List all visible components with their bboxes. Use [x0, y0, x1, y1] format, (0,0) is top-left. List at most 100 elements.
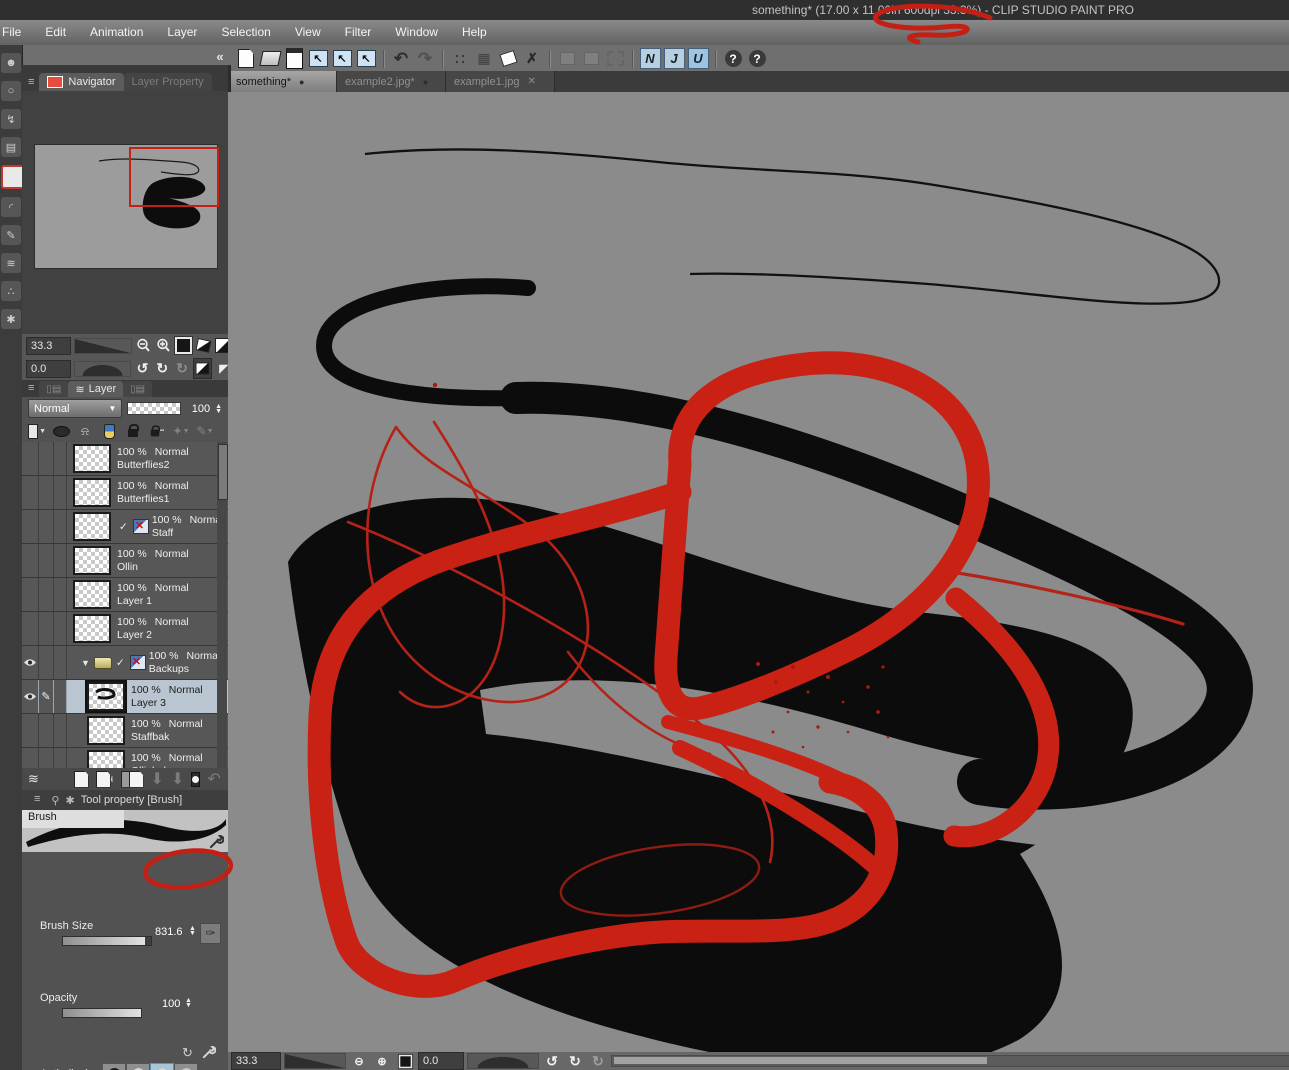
operation-tool-icon[interactable]: ☻ — [1, 53, 21, 73]
layer-opacity-value[interactable]: 100 — [192, 403, 210, 415]
scrollbar-thumb[interactable] — [614, 1057, 987, 1064]
tab-example1[interactable]: example1.jpg ✕ — [446, 71, 555, 92]
layer-thumbnail[interactable] — [73, 580, 111, 609]
status-rotate-slider[interactable] — [467, 1053, 539, 1069]
snap-to-ruler-icon[interactable]: N — [639, 48, 661, 69]
blend-mode-dropdown[interactable]: Normal ▼ — [28, 399, 122, 418]
tab-something[interactable]: something* ● — [228, 71, 337, 92]
invert-selection-icon[interactable]: ▦ — [473, 48, 495, 69]
visibility-cell[interactable] — [22, 748, 39, 768]
open-file-icon[interactable] — [259, 48, 281, 69]
layer-row-ollinbak[interactable]: 100 %NormalOllinbak — [22, 748, 228, 768]
panel-menu-icon[interactable]: ≡ — [22, 76, 39, 91]
layer-thumbnail[interactable] — [87, 716, 125, 745]
status-zoom-value[interactable]: 33.3 — [231, 1052, 281, 1070]
rotate-slider[interactable] — [74, 361, 131, 377]
new-folder-icon[interactable]: ▣ — [96, 771, 114, 788]
crop-icon-2[interactable] — [580, 48, 602, 69]
visibility-cell[interactable] — [22, 510, 39, 543]
cut-selection-icon[interactable]: ↖ — [307, 48, 329, 69]
layer-panel-menu-icon[interactable]: ≡ — [22, 382, 39, 397]
tab-navigator[interactable]: Navigator — [39, 73, 123, 91]
tab-layer-alt2[interactable]: ▯▤ — [123, 381, 152, 397]
reset-rotation-icon[interactable]: ↻ — [174, 359, 191, 378]
close-tab-icon[interactable]: ✕ — [527, 76, 535, 87]
menu-view[interactable]: View — [283, 20, 333, 45]
animation-tool-icon[interactable]: ▤ — [1, 137, 21, 157]
zoom-tool-icon[interactable]: ○ — [1, 81, 21, 101]
menu-file[interactable]: File — [0, 20, 33, 45]
flip-view-icon[interactable] — [195, 336, 212, 355]
snap-to-special-ruler-icon[interactable]: J — [663, 48, 685, 69]
lock-layer-icon[interactable] — [124, 423, 142, 440]
decoration-tool-icon[interactable]: ✱ — [1, 309, 21, 329]
rotate-right-icon[interactable]: ↻ — [154, 359, 171, 378]
menu-animation[interactable]: Animation — [78, 20, 155, 45]
menu-edit[interactable]: Edit — [33, 20, 78, 45]
layer-row-backups-folder[interactable]: ▼ ✓ 100 %NormalBackups — [22, 646, 228, 680]
clip-at-layer-icon[interactable] — [52, 423, 70, 440]
layer-list-scrollbar[interactable] — [217, 442, 227, 768]
transform-icon[interactable]: ✗ — [521, 48, 543, 69]
status-zoom-out-icon[interactable]: ⊖ — [349, 1052, 369, 1070]
help-icon-2[interactable]: ? — [746, 48, 768, 69]
navigator-view-rectangle[interactable] — [129, 147, 219, 207]
snap-to-grid-icon[interactable]: U — [687, 48, 709, 69]
canvas-viewport[interactable] — [228, 92, 1289, 1052]
fill-icon[interactable] — [497, 48, 519, 69]
subtool-preview[interactable]: Brush — [22, 810, 228, 852]
new-layer-icon[interactable] — [74, 771, 89, 788]
status-zoom-slider[interactable] — [284, 1053, 346, 1069]
visibility-cell[interactable] — [22, 476, 39, 509]
opacity-slider[interactable] — [62, 1008, 142, 1018]
status-rotate-right-icon[interactable]: ↻ — [565, 1052, 585, 1070]
frame-icon[interactable] — [604, 48, 626, 69]
brush-tool-icon[interactable]: ≋ — [1, 253, 21, 273]
layer-thumbnail[interactable] — [73, 512, 111, 541]
curve-tool-icon[interactable]: ◜ — [1, 197, 21, 217]
layer-thumbnail[interactable] — [87, 682, 125, 711]
pin-icon[interactable] — [100, 423, 118, 440]
folder-expand-icon[interactable]: ▼ — [81, 658, 90, 668]
layer-thumbnail[interactable] — [73, 444, 111, 473]
tab-layer-property[interactable]: Layer Property — [124, 73, 212, 91]
layer-color-icon[interactable]: ▼ — [28, 423, 46, 440]
layer-row-butterflies1[interactable]: 100 %NormalButterflies1 — [22, 476, 228, 510]
canvas-horizontal-scrollbar[interactable] — [611, 1055, 1289, 1067]
pen-dots-tool-icon[interactable]: ✎ — [1, 225, 21, 245]
help-icon[interactable]: ? — [722, 48, 744, 69]
layer-opacity-spinner[interactable]: ▲▼ — [215, 404, 222, 414]
brush-size-slider[interactable] — [62, 936, 152, 946]
enable-mask-icon[interactable]: ✦▼ — [172, 423, 190, 440]
ruler-icon[interactable]: ✎▼ — [196, 423, 214, 440]
layer-mask-icon[interactable] — [191, 772, 200, 787]
visibility-cell[interactable] — [22, 612, 39, 645]
copy-selection-icon[interactable]: ↖ — [331, 48, 353, 69]
layer-opacity-slider[interactable] — [127, 402, 180, 415]
layer-row-layer3[interactable]: ✎ 100 %NormalLayer 3 — [22, 680, 228, 714]
airbrush-tool-icon[interactable]: ∴ — [1, 281, 21, 301]
flip-horizontal-icon[interactable] — [193, 358, 212, 379]
tab-layer-alt1[interactable]: ▯▤ — [39, 381, 68, 397]
undo-icon[interactable]: ↶ — [390, 48, 412, 69]
deselect-icon[interactable]: ∷ — [449, 48, 471, 69]
paste-selection-icon[interactable]: ↖ — [355, 48, 377, 69]
menu-selection[interactable]: Selection — [209, 20, 282, 45]
layer-thumbnail[interactable] — [87, 750, 125, 768]
scrollbar-thumb[interactable] — [218, 444, 228, 500]
tab-layer[interactable]: ≋ Layer — [68, 381, 123, 397]
duplicate-layer-icon[interactable] — [121, 771, 144, 788]
status-reset-rotation-icon[interactable]: ↻ — [588, 1052, 608, 1070]
navigator-canvas-thumbnail[interactable] — [34, 144, 218, 269]
visibility-cell[interactable] — [22, 578, 39, 611]
merge-down-icon[interactable]: ⬇ — [171, 769, 184, 789]
aa-middle-button[interactable] — [150, 1063, 174, 1070]
status-zoom-in-icon[interactable]: ⊕ — [372, 1052, 392, 1070]
layer-thumbnail[interactable] — [73, 614, 111, 643]
visibility-cell[interactable] — [22, 544, 39, 577]
apply-mask-icon[interactable]: ↶ — [207, 769, 220, 789]
save-icon[interactable] — [283, 48, 305, 69]
collapse-panel-button[interactable]: « — [212, 48, 228, 66]
pen-pressure-icon[interactable]: ✑ — [200, 923, 221, 944]
reset-tool-icon[interactable]: ↻ — [182, 1045, 193, 1061]
